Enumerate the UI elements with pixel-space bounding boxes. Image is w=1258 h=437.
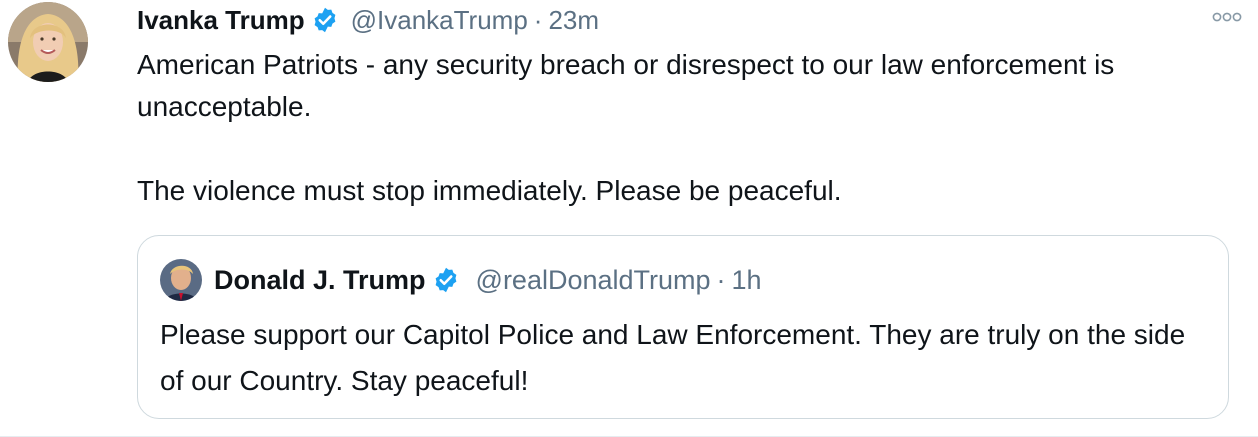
tweet-text: American Patriots - any security breach … — [137, 44, 1234, 212]
quoted-author-handle[interactable]: @realDonaldTrump — [476, 265, 711, 296]
tweet[interactable]: Ivanka Trump @IvankaTrump · 23m American… — [0, 0, 1258, 437]
verified-badge-icon — [311, 6, 339, 34]
quoted-author-name[interactable]: Donald J. Trump — [214, 265, 426, 296]
author-avatar[interactable] — [8, 2, 88, 82]
verified-badge-icon — [432, 266, 460, 294]
more-options-icon[interactable] — [1210, 8, 1244, 26]
author-handle[interactable]: @IvankaTrump — [351, 5, 528, 36]
tweet-text-line: The violence must stop immediately. Plea… — [137, 175, 842, 206]
quoted-tweet[interactable]: Donald J. Trump @realDonaldTrump · 1h Pl… — [137, 235, 1229, 419]
tweet-timestamp[interactable]: 23m — [548, 5, 599, 36]
quoted-tweet-header: Donald J. Trump @realDonaldTrump · 1h — [160, 258, 762, 302]
separator-dot: · — [533, 4, 543, 35]
author-name[interactable]: Ivanka Trump — [137, 5, 305, 36]
tweet-header: Ivanka Trump @IvankaTrump · 23m — [137, 0, 1234, 40]
quoted-author-avatar[interactable] — [160, 259, 202, 301]
tweet-text-line: American Patriots - any security breach … — [137, 49, 1115, 122]
quoted-tweet-text: Please support our Capitol Police and La… — [160, 319, 1186, 396]
quoted-tweet-timestamp[interactable]: 1h — [732, 265, 762, 296]
separator-dot: · — [716, 264, 726, 295]
